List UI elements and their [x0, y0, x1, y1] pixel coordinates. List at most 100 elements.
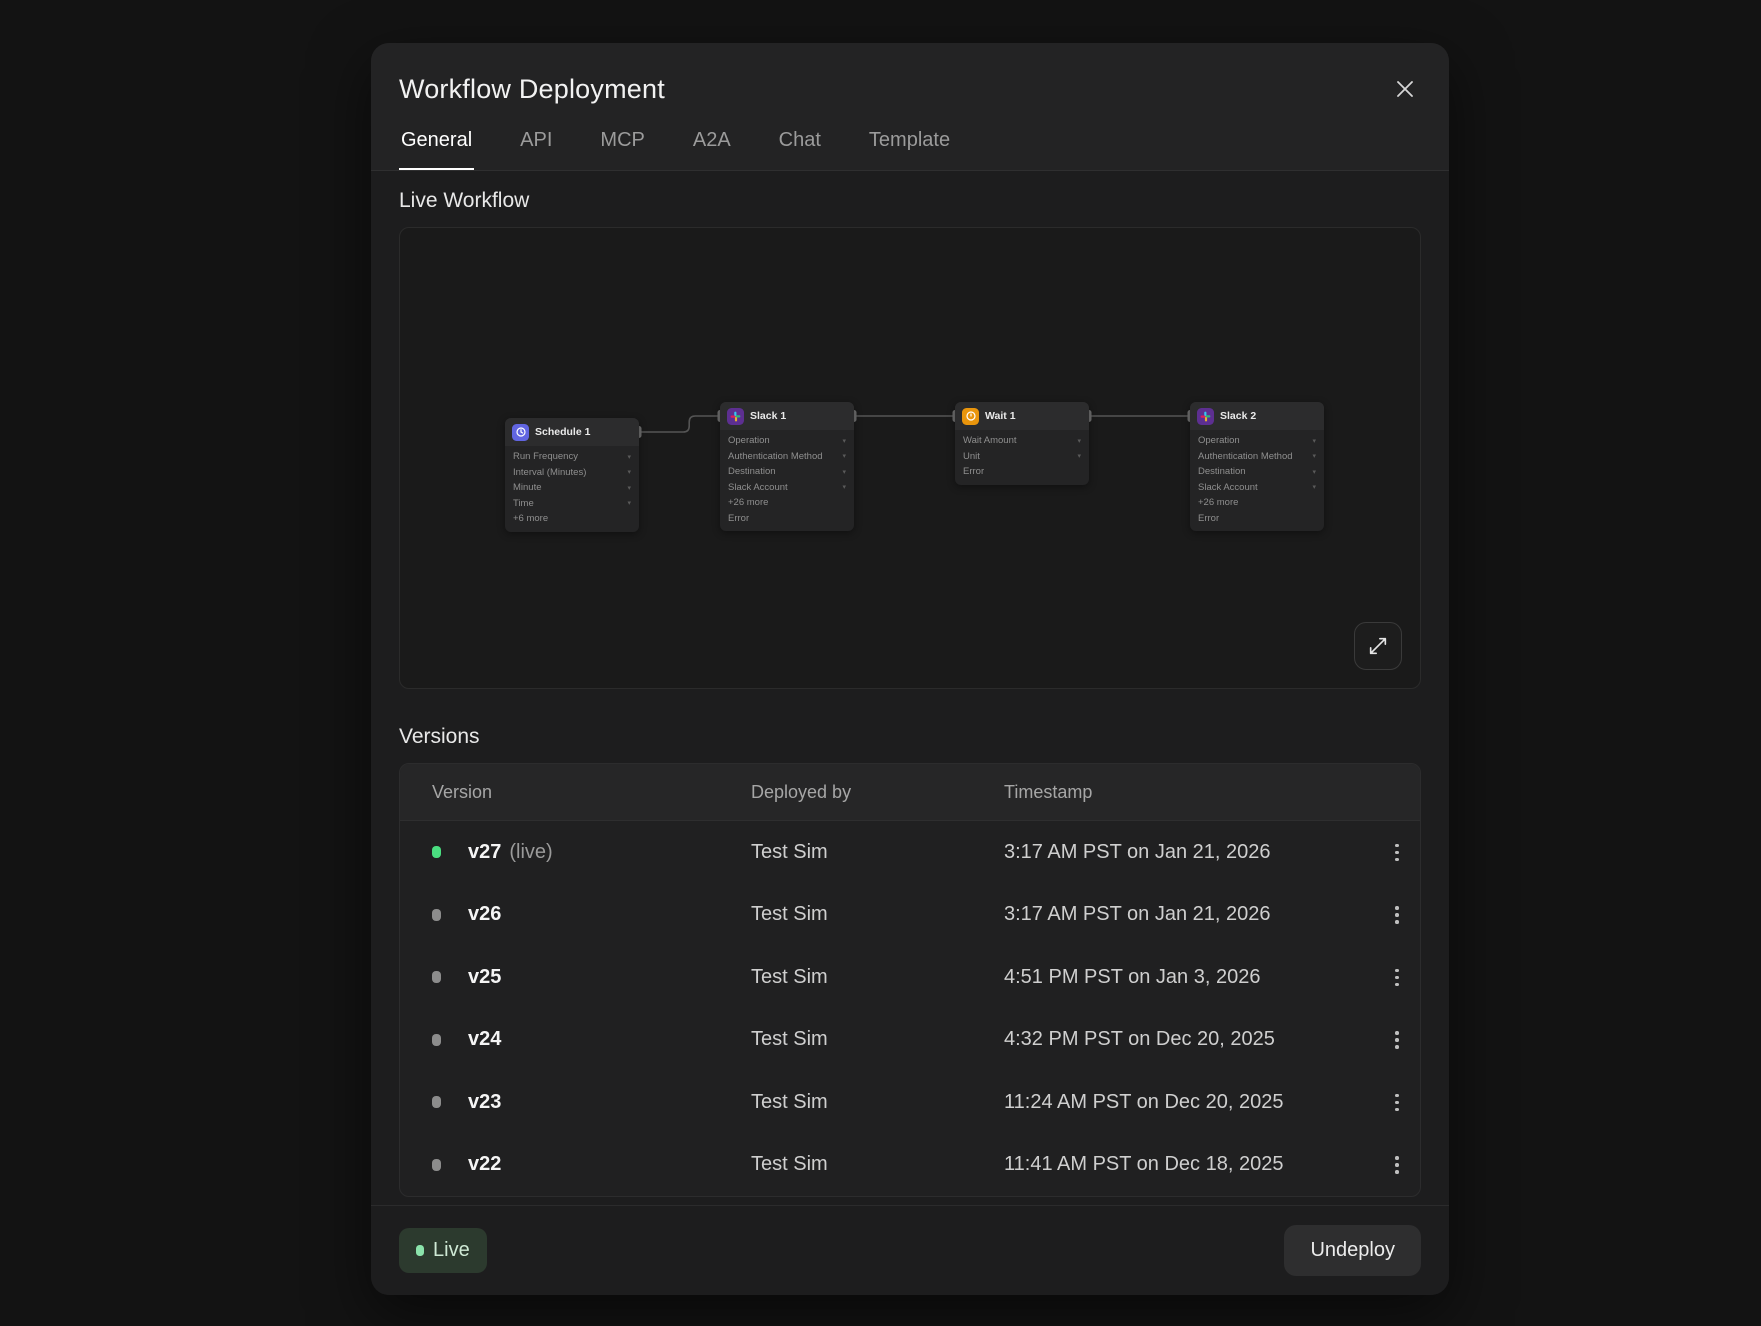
- workflow-node-schedule-1[interactable]: Schedule 1Run Frequency▾Interval (Minute…: [505, 418, 639, 532]
- tab-chat[interactable]: Chat: [777, 129, 823, 170]
- row-menu-button[interactable]: [1374, 1025, 1420, 1055]
- node-field: Operation ▾: [720, 433, 854, 449]
- workflow-node-slack-1[interactable]: Slack 1Operation▾Authentication Method▾D…: [720, 402, 854, 531]
- version-number: v23: [468, 1091, 501, 1113]
- timestamp-cell: 4:32 PM PST on Dec 20, 2025: [1004, 1028, 1374, 1051]
- chevron-down-icon: ▾: [842, 452, 846, 460]
- version-dot-icon: [432, 1096, 441, 1108]
- node-field: Authentication Method ▾: [720, 449, 854, 465]
- node-field-label: Time: [513, 498, 534, 509]
- chevron-down-icon: ▾: [842, 468, 846, 476]
- node-field-label: Unit: [963, 451, 980, 462]
- chevron-down-icon: ▾: [1312, 483, 1316, 491]
- node-field-label: Error: [1198, 513, 1219, 524]
- version-label: v27(live): [468, 841, 751, 864]
- modal-footer: Live Undeploy: [371, 1205, 1449, 1295]
- node-field: Error: [720, 511, 854, 527]
- version-number: v22: [468, 1153, 501, 1175]
- tab-api[interactable]: API: [518, 129, 554, 170]
- tab-template[interactable]: Template: [867, 129, 952, 170]
- chevron-down-icon: ▾: [627, 499, 631, 507]
- node-field: +26 more: [720, 495, 854, 511]
- expand-button[interactable]: [1354, 622, 1402, 670]
- node-title: Slack 2: [1220, 410, 1256, 422]
- node-field: Wait Amount▾: [955, 433, 1089, 449]
- versions-heading: Versions: [399, 725, 1421, 749]
- table-row-v25: v25Test Sim4:51 PM PST on Jan 3, 2026: [400, 946, 1420, 1009]
- version-label: v23: [468, 1091, 751, 1114]
- timestamp-cell: 11:41 AM PST on Dec 18, 2025: [1004, 1153, 1374, 1176]
- node-field-label: Error: [728, 513, 749, 524]
- row-menu-button[interactable]: [1374, 1088, 1420, 1118]
- node-field: Run Frequency▾: [505, 449, 639, 465]
- close-button[interactable]: [1389, 73, 1421, 105]
- modal-title: Workflow Deployment: [399, 74, 665, 105]
- node-field: Slack Account ▾: [1190, 480, 1324, 496]
- expand-icon: [1367, 635, 1389, 657]
- column-header-deployed-by: Deployed by: [751, 782, 1004, 803]
- workflow-preview-canvas[interactable]: Schedule 1Run Frequency▾Interval (Minute…: [399, 227, 1421, 689]
- live-status-dot-icon: [416, 1245, 424, 1256]
- chevron-down-icon: ▾: [842, 437, 846, 445]
- version-live-dot-icon: [432, 846, 441, 858]
- row-menu-button[interactable]: [1374, 900, 1420, 930]
- page-background: Workflow Deployment General API MCP A2A Chat…: [0, 0, 1761, 1326]
- versions-table-header: Version Deployed by Timestamp: [400, 764, 1420, 821]
- modal-header: Workflow Deployment General API MCP A2A Chat…: [371, 43, 1449, 171]
- node-field-label: Destination: [728, 466, 776, 477]
- node-field: +26 more: [1190, 495, 1324, 511]
- table-row-v26: v26Test Sim3:17 AM PST on Jan 21, 2026: [400, 884, 1420, 947]
- node-field-label: Authentication Method: [728, 451, 823, 462]
- tab-mcp[interactable]: MCP: [598, 129, 646, 170]
- chevron-down-icon: ▾: [842, 483, 846, 491]
- deployed-by-cell: Test Sim: [751, 1091, 1004, 1114]
- close-icon: [1393, 77, 1417, 101]
- version-label: v25: [468, 966, 751, 989]
- slack-icon: [727, 408, 744, 425]
- chevron-down-icon: ▾: [627, 453, 631, 461]
- deployed-by-cell: Test Sim: [751, 1153, 1004, 1176]
- node-field: Operation▾: [1190, 433, 1324, 449]
- row-menu-button[interactable]: [1374, 838, 1420, 868]
- table-row-v22: v22 Test Sim11:41 AM PST on Dec 18, 2025: [400, 1134, 1420, 1197]
- table-row-v23: v23 Test Sim11:24 AM PST on Dec 20, 2025: [400, 1071, 1420, 1134]
- table-row-v24: v24Test Sim4:32 PM PST on Dec 20, 2025: [400, 1009, 1420, 1072]
- version-dot-icon: [432, 909, 441, 921]
- tab-a2a[interactable]: A2A: [691, 129, 733, 170]
- version-number: v25: [468, 966, 501, 988]
- node-header: Slack 2: [1190, 402, 1324, 430]
- row-menu-button[interactable]: [1374, 1150, 1420, 1180]
- chevron-down-icon: ▾: [1312, 452, 1316, 460]
- node-field: Minute▾: [505, 480, 639, 496]
- versions-table: Version Deployed by Timestamp v27(live)T…: [399, 763, 1421, 1197]
- clock-icon: [512, 424, 529, 441]
- node-field-label: +6 more: [513, 513, 548, 524]
- live-workflow-heading: Live Workflow: [399, 189, 1421, 213]
- node-field: +6 more: [505, 511, 639, 527]
- node-field: Destination ▾: [720, 464, 854, 480]
- timestamp-cell: 11:24 AM PST on Dec 20, 2025: [1004, 1091, 1374, 1114]
- node-field: Destination▾: [1190, 464, 1324, 480]
- node-field-label: Wait Amount: [963, 435, 1017, 446]
- deployed-by-cell: Test Sim: [751, 841, 1004, 864]
- node-header: Wait 1: [955, 402, 1089, 430]
- node-field-label: Operation: [728, 435, 770, 446]
- node-field-label: Authentication Method: [1198, 451, 1293, 462]
- version-label: v24: [468, 1028, 751, 1051]
- workflow-node-wait-1[interactable]: Wait 1Wait Amount▾Unit▾Error: [955, 402, 1089, 485]
- modal-body: Live Workflow Schedule 1Run Frequency▾In…: [371, 171, 1449, 1205]
- node-field-label: +26 more: [728, 497, 768, 508]
- chevron-down-icon: ▾: [1312, 468, 1316, 476]
- version-number: v26: [468, 903, 501, 925]
- workflow-node-slack-2[interactable]: Slack 2Operation▾Authentication Method▾D…: [1190, 402, 1324, 531]
- table-row-v27: v27(live)Test Sim3:17 AM PST on Jan 21, …: [400, 821, 1420, 884]
- undeploy-button[interactable]: Undeploy: [1284, 1225, 1421, 1276]
- node-field: Unit▾: [955, 449, 1089, 465]
- versions-table-body: v27(live)Test Sim3:17 AM PST on Jan 21, …: [400, 821, 1420, 1196]
- node-field-label: Slack Account: [1198, 482, 1258, 493]
- tab-general[interactable]: General: [399, 129, 474, 170]
- chevron-down-icon: ▾: [1312, 437, 1316, 445]
- version-dot-icon: [432, 1159, 441, 1171]
- deployed-by-cell: Test Sim: [751, 1028, 1004, 1051]
- row-menu-button[interactable]: [1374, 963, 1420, 993]
